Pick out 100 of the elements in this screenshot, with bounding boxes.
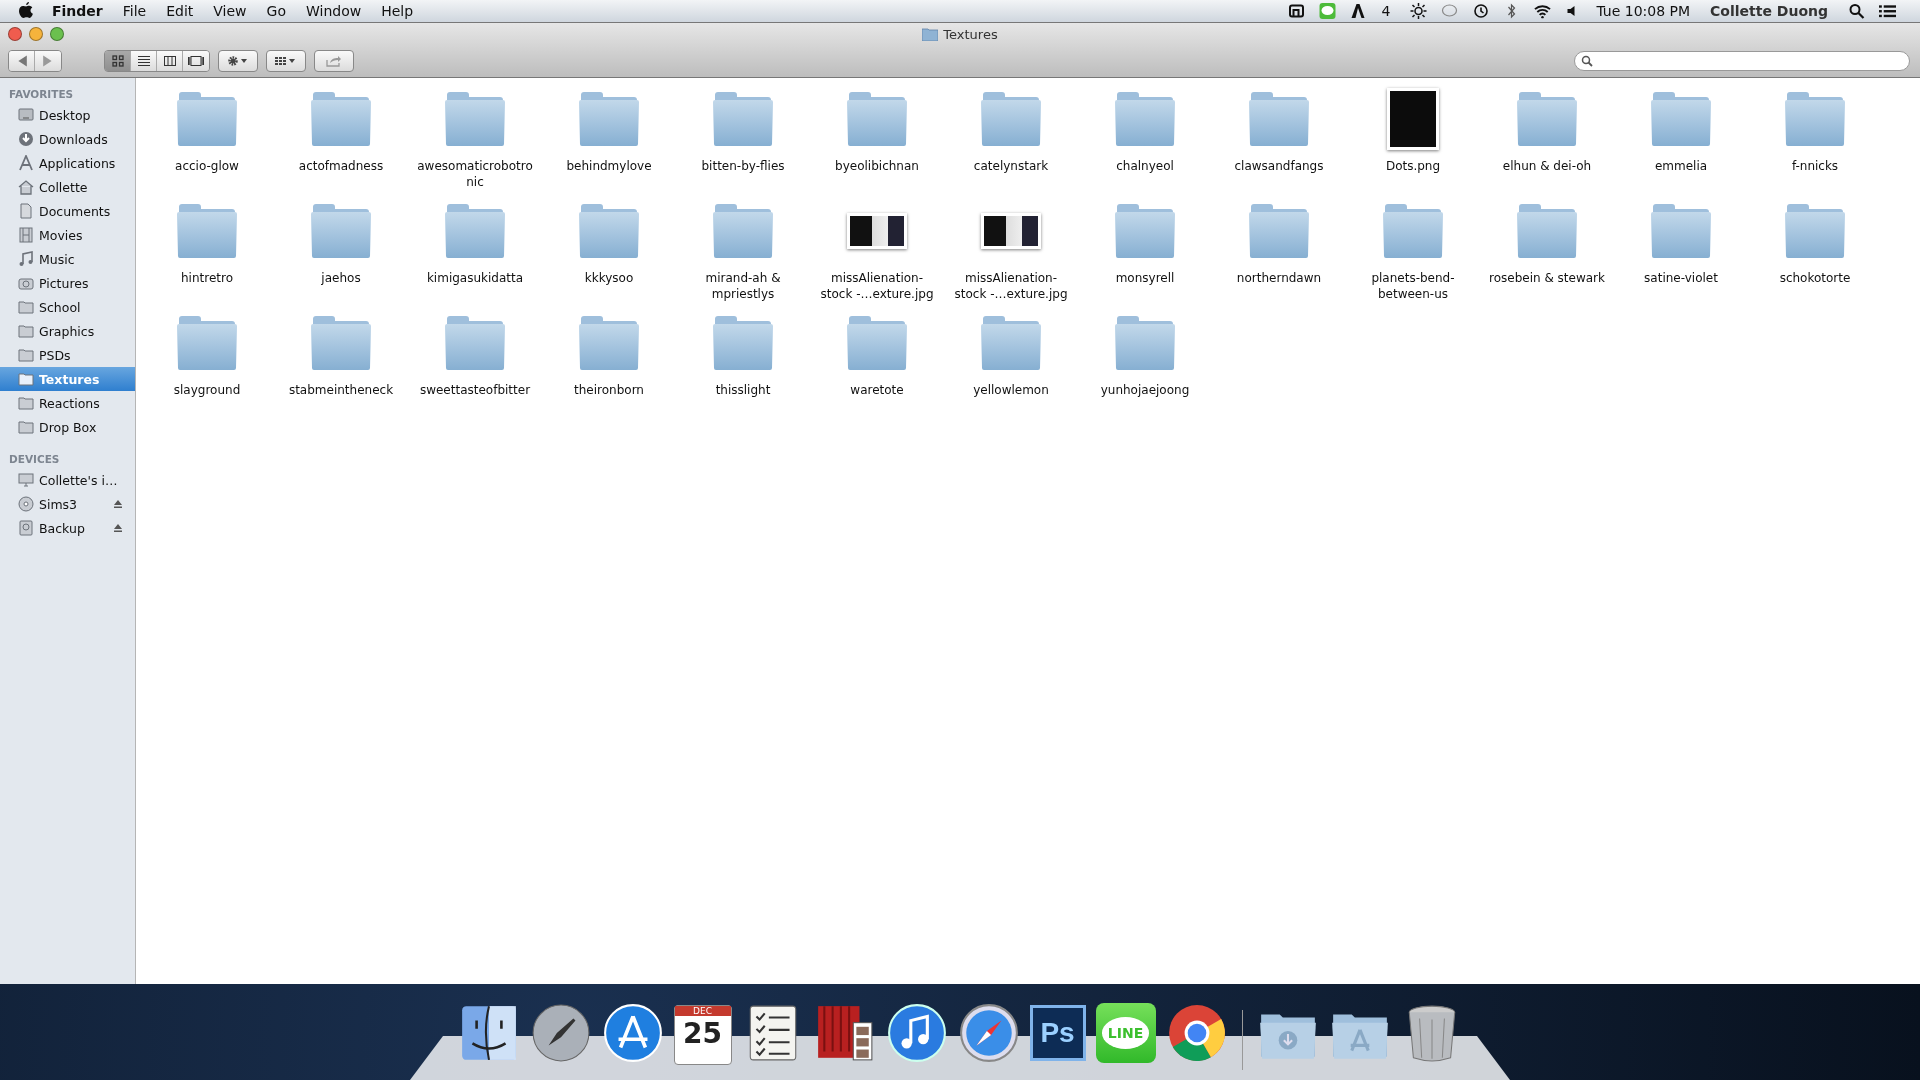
file-name[interactable]: slayground [173, 382, 241, 398]
menu-item[interactable]: Window [305, 3, 362, 19]
file-name[interactable]: planets-bend-between-us [1354, 270, 1472, 302]
menu-item[interactable]: Help [381, 3, 414, 19]
minimize-button[interactable] [29, 27, 43, 41]
file-name[interactable]: stabmeintheneck [288, 382, 394, 398]
folder-icon[interactable] [309, 91, 373, 147]
folder-icon[interactable] [577, 315, 641, 371]
sidebar-item[interactable]: Movies [0, 223, 135, 247]
view-mode-button[interactable] [105, 51, 131, 71]
menu-item[interactable]: View [213, 3, 247, 19]
sidebar-item[interactable]: Reactions [0, 391, 135, 415]
back-button[interactable] [9, 51, 35, 71]
file-name[interactable]: missAlienation-stock -…exture.jpg [818, 270, 936, 302]
display-icon[interactable] [1288, 3, 1306, 19]
folder-icon[interactable] [979, 315, 1043, 371]
folder-icon[interactable] [309, 203, 373, 259]
folder-icon[interactable] [1247, 203, 1311, 259]
sidebar-item[interactable]: Desktop [0, 103, 135, 127]
file-name[interactable]: f-nnicks [1791, 158, 1839, 174]
list-icon[interactable] [1879, 3, 1896, 19]
file-name[interactable]: chalnyeol [1116, 158, 1174, 174]
sidebar-item[interactable]: Backup [0, 516, 135, 540]
sidebar-item[interactable]: Sims3 [0, 492, 135, 516]
clock-icon[interactable] [1472, 3, 1490, 19]
speech-bubble-icon[interactable] [1441, 3, 1459, 19]
file-name[interactable]: schokotorte [1779, 270, 1851, 286]
apple-icon[interactable] [18, 2, 34, 20]
file-name[interactable]: monsyrell [1115, 270, 1175, 286]
file-name[interactable]: rosebein & stewark [1489, 270, 1605, 286]
folder-icon[interactable] [1113, 91, 1177, 147]
compass-icon[interactable] [957, 1002, 1020, 1064]
image-thumbnail[interactable] [1387, 88, 1439, 150]
folder-icon[interactable] [979, 91, 1043, 147]
folder-icon[interactable] [1113, 203, 1177, 259]
folder-icon[interactable] [577, 203, 641, 259]
file-name[interactable]: yellowlemon [973, 382, 1049, 398]
menu-item[interactable]: File [122, 3, 147, 19]
sun-icon[interactable] [1410, 3, 1428, 19]
folder-icon[interactable] [1247, 91, 1311, 147]
file-name[interactable]: accio-glow [175, 158, 239, 174]
menu-item[interactable]: Go [266, 3, 286, 19]
folder-icon[interactable] [1113, 315, 1177, 371]
sidebar-item[interactable]: Collette [0, 175, 135, 199]
menu-app-name[interactable]: Finder [52, 3, 103, 19]
folder-icon[interactable] [443, 91, 507, 147]
folder-icon[interactable] [1649, 203, 1713, 259]
file-name[interactable]: jaehos [321, 270, 361, 286]
app-icon[interactable]: Ps [1029, 1005, 1086, 1061]
folder-icon[interactable] [443, 203, 507, 259]
folder-icon[interactable] [845, 315, 909, 371]
clock-time[interactable]: Tue 10:08 PM [1596, 3, 1691, 19]
sidebar-item[interactable]: Documents [0, 199, 135, 223]
sidebar-item[interactable]: Applications [0, 151, 135, 175]
file-name[interactable]: theironborn [574, 382, 644, 398]
image-thumbnail[interactable] [981, 213, 1041, 249]
file-name[interactable]: northerndawn [1236, 270, 1322, 286]
file-name[interactable]: awesomaticrobotronic [416, 158, 534, 190]
folder-icon[interactable] [175, 91, 239, 147]
music-note-icon[interactable] [885, 1002, 948, 1064]
share-button[interactable] [314, 50, 354, 72]
sidebar-item[interactable]: Music [0, 247, 135, 271]
user-name[interactable]: Collette Duong [1710, 3, 1828, 19]
sidebar-item[interactable]: PSDs [0, 343, 135, 367]
file-name[interactable]: bitten-by-flies [701, 158, 785, 174]
sidebar-item[interactable]: Pictures [0, 271, 135, 295]
sidebar-item[interactable]: Graphics [0, 319, 135, 343]
sidebar-item[interactable]: Downloads [0, 127, 135, 151]
action-menu-button[interactable] [218, 50, 258, 72]
image-thumbnail[interactable] [847, 213, 907, 249]
file-name[interactable]: kkkysoo [584, 270, 634, 286]
folder-icon[interactable] [1783, 91, 1847, 147]
forward-button[interactable] [35, 51, 61, 71]
view-mode-button[interactable] [183, 51, 209, 71]
file-name[interactable]: sweettasteofbitter [419, 382, 531, 398]
folder-icon[interactable] [711, 315, 775, 371]
folder-icon[interactable] [443, 315, 507, 371]
file-name[interactable]: thisslight [715, 382, 771, 398]
file-name[interactable]: clawsandfangs [1234, 158, 1324, 174]
view-mode-button[interactable] [131, 51, 157, 71]
folder-icon[interactable] [1381, 203, 1445, 259]
search-field[interactable] [1574, 51, 1910, 71]
folder-icon[interactable] [309, 315, 373, 371]
eject-icon[interactable] [113, 523, 123, 533]
folder-icon[interactable] [175, 315, 239, 371]
view-mode-button[interactable] [157, 51, 183, 71]
folder-icon[interactable] [1515, 91, 1579, 147]
search-icon[interactable] [1848, 3, 1865, 19]
file-name[interactable]: catelynstark [973, 158, 1049, 174]
folder-icon[interactable] [845, 91, 909, 147]
sidebar-item[interactable]: Collette's i… [0, 468, 135, 492]
sidebar-item[interactable]: Drop Box [0, 415, 135, 439]
file-name[interactable]: missAlienation-stock -…exture.jpg [952, 270, 1070, 302]
folder-icon[interactable] [1783, 203, 1847, 259]
eject-icon[interactable] [113, 499, 123, 509]
file-name[interactable]: mirand-ah & mpriestlys [684, 270, 802, 302]
wifi-icon[interactable] [1534, 3, 1552, 19]
file-name[interactable]: emmelia [1654, 158, 1708, 174]
folder-icon[interactable] [1649, 91, 1713, 147]
folder-icon[interactable] [711, 91, 775, 147]
